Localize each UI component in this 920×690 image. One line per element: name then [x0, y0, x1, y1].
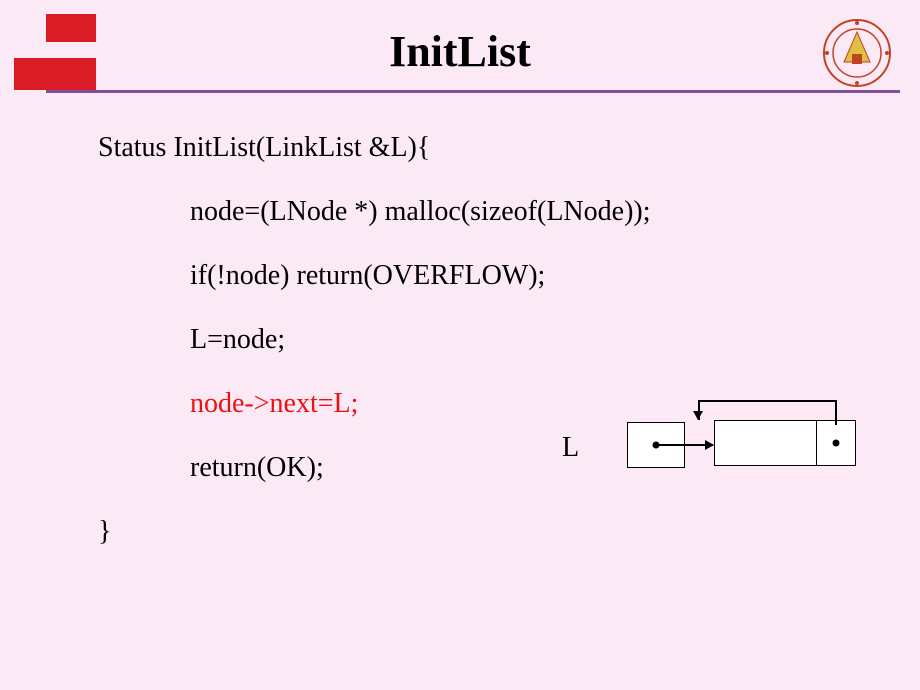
- diagram-label-L: L: [562, 432, 579, 464]
- code-line-1: Status InitList(LinkList &L){: [98, 116, 651, 180]
- diagram-loop-arrowhead-icon: [693, 411, 703, 420]
- diagram-arrow-right-icon: [658, 444, 713, 446]
- diagram-box-node-next: [816, 420, 856, 466]
- code-line-3: if(!node) return(OVERFLOW);: [98, 244, 651, 308]
- code-line-2: node=(LNode *) malloc(sizeof(LNode));: [98, 180, 651, 244]
- university-logo-icon: [822, 18, 892, 88]
- code-line-7: }: [98, 500, 651, 564]
- title-underline: [46, 90, 900, 93]
- slide-title: InitList: [0, 26, 920, 77]
- diagram-loop-line: [835, 400, 837, 425]
- diagram-loop-line: [698, 400, 836, 402]
- code-block: Status InitList(LinkList &L){ node=(LNod…: [98, 116, 651, 564]
- diagram-dot-icon: [833, 440, 840, 447]
- code-line-4: L=node;: [98, 308, 651, 372]
- linked-list-diagram: L: [562, 398, 872, 478]
